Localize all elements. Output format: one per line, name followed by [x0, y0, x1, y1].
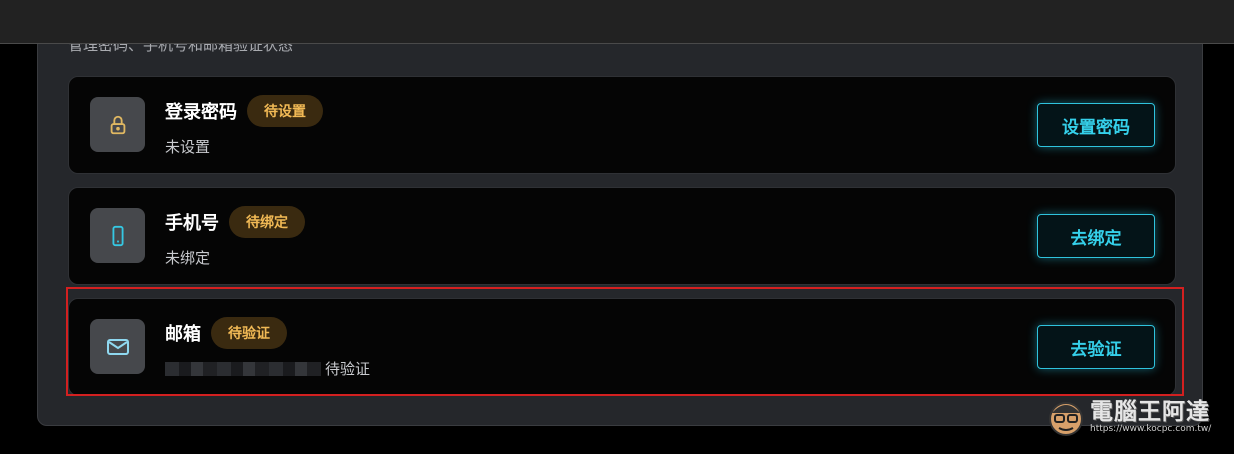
- email-status-badge: 待验证: [211, 317, 287, 349]
- bind-phone-button[interactable]: 去绑定: [1037, 214, 1155, 258]
- password-card: 登录密码 待设置 未设置 设置密码: [68, 76, 1176, 174]
- redacted-email: [165, 361, 321, 376]
- watermark: 電腦王阿達 https://www.kocpc.com.tw/: [1046, 391, 1216, 441]
- email-icon-box: [90, 319, 145, 374]
- email-title: 邮箱: [165, 324, 201, 345]
- password-icon-box: [90, 97, 145, 152]
- email-card: 邮箱 待验证 待验证 去验证: [68, 298, 1176, 396]
- lock-icon: [110, 115, 125, 134]
- email-status-text: 待验证: [325, 360, 371, 378]
- phone-status-text: 未绑定: [165, 249, 211, 267]
- phone-status-badge: 待绑定: [229, 206, 305, 238]
- watermark-title: 電腦王阿達: [1090, 399, 1210, 425]
- set-password-button[interactable]: 设置密码: [1037, 103, 1155, 147]
- mascot-icon: [1049, 402, 1083, 436]
- mail-icon: [106, 338, 129, 355]
- email-status-row: 待验证: [165, 358, 370, 379]
- password-status-badge: 待设置: [247, 95, 323, 127]
- phone-icon-box: [90, 208, 145, 263]
- password-status-text: 未设置: [165, 138, 211, 156]
- watermark-url: https://www.kocpc.com.tw/: [1090, 424, 1212, 434]
- phone-icon: [112, 225, 123, 246]
- verify-email-button[interactable]: 去验证: [1037, 325, 1155, 369]
- phone-title: 手机号: [165, 213, 219, 234]
- password-title: 登录密码: [165, 102, 237, 123]
- top-bar: [0, 0, 1234, 44]
- phone-card: 手机号 待绑定 未绑定 去绑定: [68, 187, 1176, 285]
